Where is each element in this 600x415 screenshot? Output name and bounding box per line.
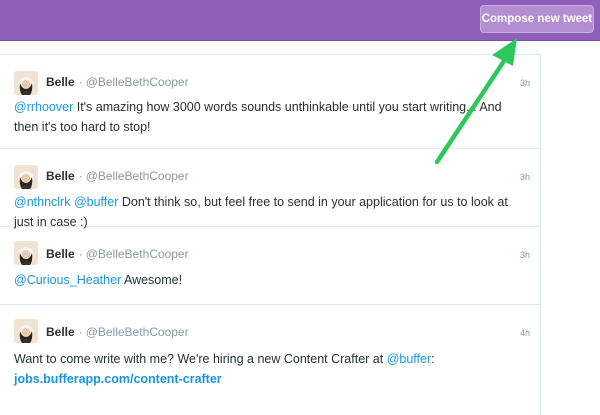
author-handle[interactable]: @BelleBethCooper (86, 247, 189, 261)
tweet-header: Belle · @BelleBethCooper (46, 75, 189, 89)
avatar-image (14, 71, 38, 95)
tweet-text: @rrhoover It's amazing how 3000 words so… (14, 97, 526, 137)
author-name[interactable]: Belle (46, 169, 75, 183)
tweet-text: @Curious_Heather Awesome! (14, 270, 526, 290)
avatar[interactable] (14, 241, 38, 265)
header-bar: Compose new tweet (0, 0, 600, 41)
author-name[interactable]: Belle (46, 247, 75, 261)
separator-dot: · (78, 169, 83, 183)
tweet-body: Awesome! (121, 273, 183, 287)
compose-new-tweet-button[interactable]: Compose new tweet (480, 5, 594, 33)
avatar-image (14, 165, 38, 189)
tweet-item[interactable]: Belle · @BelleBethCooper 4h Want to come w… (0, 305, 540, 415)
mention-link[interactable]: @Curious_Heather (14, 273, 121, 287)
timestamp[interactable]: 3h (520, 250, 530, 260)
mention-link[interactable]: @buffer (387, 352, 431, 366)
tweet-header: Belle · @BelleBethCooper (46, 169, 189, 183)
timestamp[interactable]: 3h (520, 172, 530, 182)
separator-dot: · (78, 75, 83, 89)
tweet-header: Belle · @BelleBethCooper (46, 325, 189, 339)
separator-dot: · (78, 247, 83, 261)
mention-link[interactable]: @nthnclrk (14, 195, 70, 209)
tweet-text: Want to come write with me? We're hiring… (14, 349, 526, 389)
mention-link[interactable]: @buffer (74, 195, 118, 209)
avatar[interactable] (14, 165, 38, 189)
tweet-text: @nthnclrk @buffer Don't think so, but fe… (14, 192, 526, 232)
mention-link[interactable]: @rrhoover (14, 100, 73, 114)
author-name[interactable]: Belle (46, 75, 75, 89)
tweet-item[interactable]: Belle · @BelleBethCooper 3h @Curious_Heath… (0, 227, 540, 305)
tweet-body: Want to come write with me? We're hiring… (14, 352, 387, 366)
avatar[interactable] (14, 319, 38, 343)
separator-dot: · (78, 325, 83, 339)
tweet-item[interactable]: Belle · @BelleBethCooper 3h @nthnclrk @buf… (0, 149, 540, 229)
url-link[interactable]: jobs.bufferapp.com/content-crafter (14, 372, 222, 386)
tweet-item[interactable]: Belle · @BelleBethCooper 3h @rrhoover It's… (0, 55, 540, 149)
tweet-body: It's amazing how 3000 words sounds unthi… (14, 100, 502, 134)
tweet-header: Belle · @BelleBethCooper (46, 247, 189, 261)
avatar-image (14, 241, 38, 265)
author-handle[interactable]: @BelleBethCooper (86, 325, 189, 339)
author-name[interactable]: Belle (46, 325, 75, 339)
avatar-image (14, 319, 38, 343)
author-handle[interactable]: @BelleBethCooper (86, 169, 189, 183)
author-handle[interactable]: @BelleBethCooper (86, 75, 189, 89)
tweet-stream: Belle · @BelleBethCooper 3h @rrhoover It's… (0, 54, 541, 415)
timestamp[interactable]: 4h (520, 328, 530, 338)
timestamp[interactable]: 3h (520, 78, 530, 88)
avatar[interactable] (14, 71, 38, 95)
tweet-body-end: : (431, 352, 435, 366)
